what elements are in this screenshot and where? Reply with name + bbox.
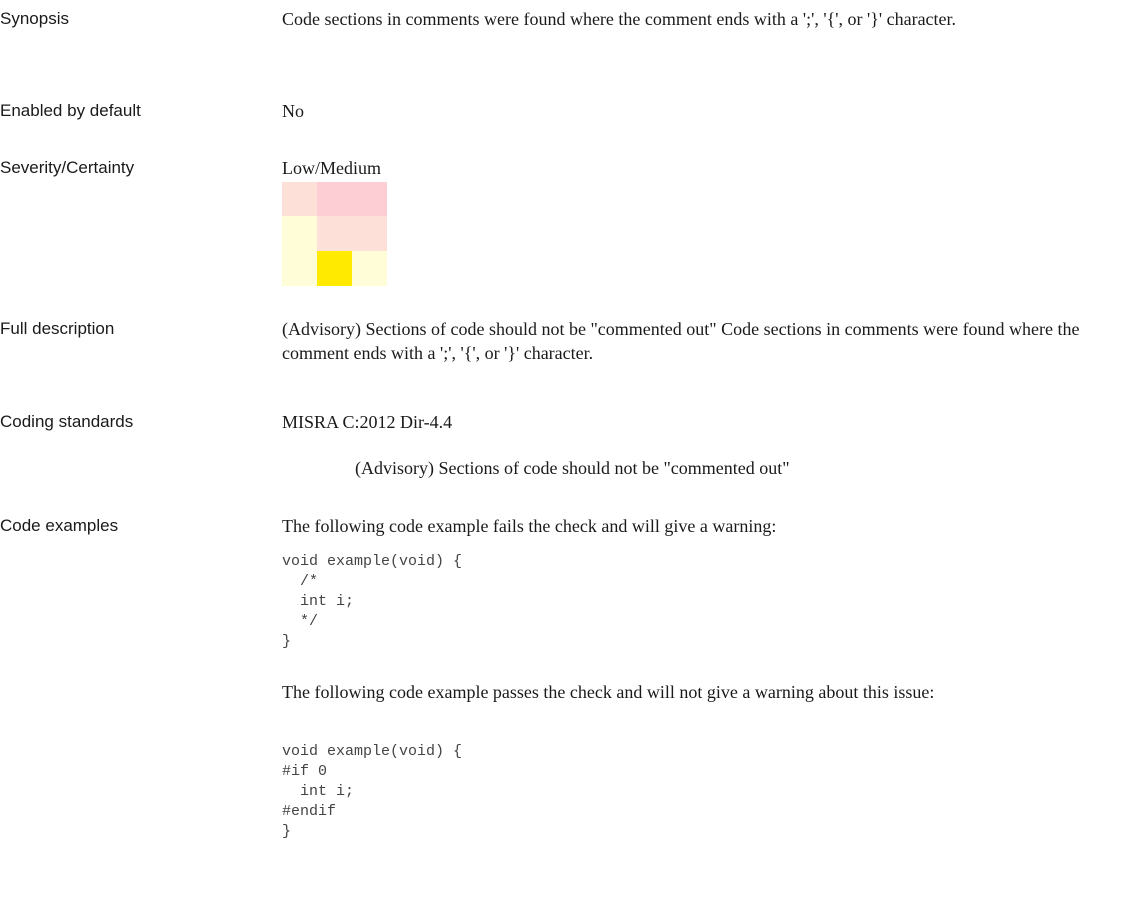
fail-code-block: void example(void) { /* int i; */ } <box>282 553 463 650</box>
severity-cell-r1-c1 <box>282 182 317 216</box>
synopsis-label: Synopsis <box>0 9 69 28</box>
full-description-text: (Advisory) Sections of code should not b… <box>282 319 1080 363</box>
severity-cell-r2-c2 <box>317 216 352 251</box>
severity-cell-r3-c3 <box>352 251 387 286</box>
code-examples-label: Code examples <box>0 516 119 535</box>
fail-example-intro: The following code example fails the che… <box>282 516 777 536</box>
severity-cell-r3-c1 <box>282 251 317 286</box>
synopsis-text: Code sections in comments were found whe… <box>282 9 957 29</box>
full-description-label: Full description <box>0 319 115 338</box>
coding-standard-id: MISRA C:2012 Dir-4.4 <box>282 412 453 432</box>
severity-certainty-matrix <box>282 182 387 286</box>
severity-cell-r1-c3 <box>352 182 387 216</box>
coding-standard-detail: (Advisory) Sections of code should not b… <box>355 458 790 478</box>
severity-cell-r2-c3 <box>352 216 387 251</box>
coding-standards-label: Coding standards <box>0 412 134 431</box>
pass-example-intro: The following code example passes the ch… <box>282 682 935 702</box>
enabled-by-default-label: Enabled by default <box>0 101 141 120</box>
severity-cell-r1-c2 <box>317 182 352 216</box>
pass-code-block: void example(void) { #if 0 int i; #endif… <box>282 743 463 840</box>
enabled-by-default-value: No <box>282 101 304 121</box>
severity-certainty-value: Low/Medium <box>282 158 381 178</box>
severity-certainty-label: Severity/Certainty <box>0 158 135 177</box>
severity-cell-r2-c1 <box>282 216 317 251</box>
severity-cell-r3-c2 <box>317 251 352 286</box>
